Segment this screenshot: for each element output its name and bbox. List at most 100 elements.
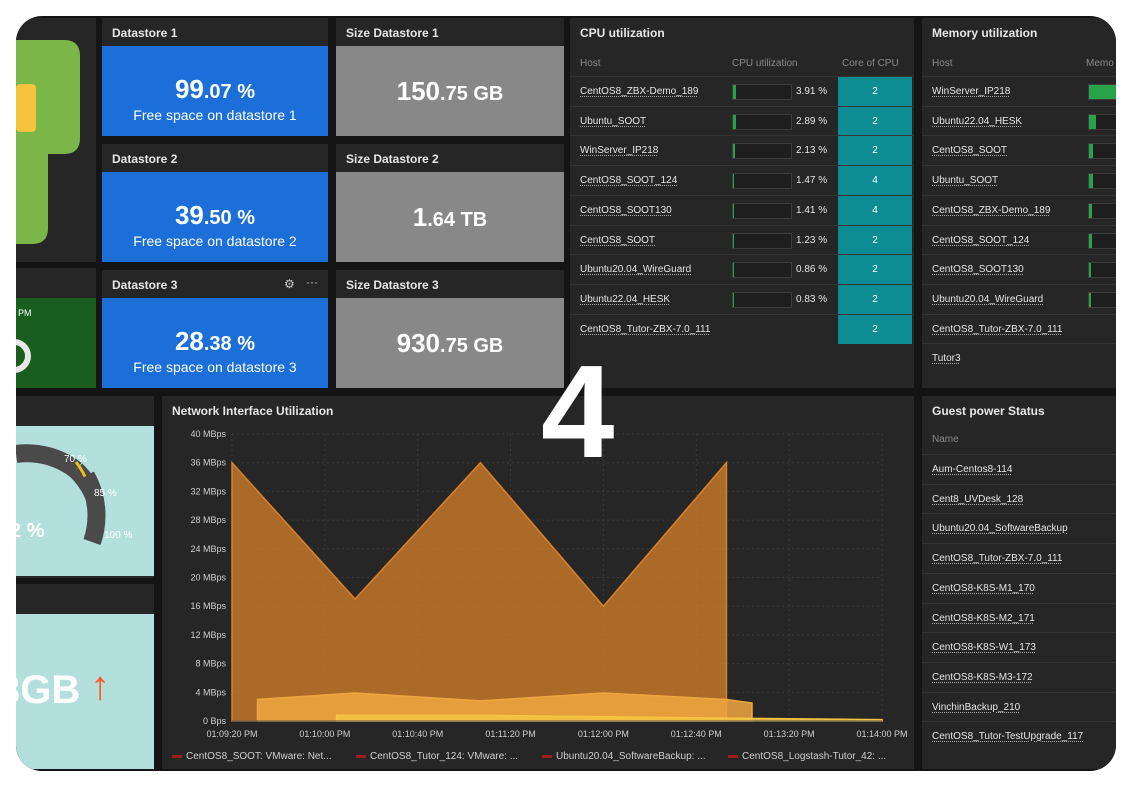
cpu-row-bar — [732, 232, 792, 249]
guest-power-vm-link[interactable]: Ubuntu20.04_SoftwareBackup — [932, 523, 1068, 534]
size-tile: 3GB ↑ — [16, 584, 154, 769]
guest-power-vm-link[interactable]: Cent8_UVDesk_128 — [932, 494, 1023, 505]
guest-power-row: CentOS8-K8S-M3-172 — [922, 661, 1116, 692]
logo-panel — [16, 18, 96, 262]
gauge-chart — [16, 444, 106, 545]
size-datastore-1-value-int: 150 — [396, 76, 441, 106]
guest-power-vm-link[interactable]: CentOS8_Tutor-TestUpgrade_117 — [932, 731, 1083, 742]
cpu-table-row: CentOS8_ZBX-Demo_189 3.91 % 2 — [570, 76, 914, 106]
series-area-1[interactable] — [231, 460, 728, 722]
cpu-row-host[interactable]: CentOS8_SOOT — [580, 235, 655, 246]
guest-power-row: Aum-Centos8-114 — [922, 454, 1116, 484]
y-tick-label: 28 MBps — [190, 515, 226, 525]
guest-power-vm-link[interactable]: CentOS8-K8S-M3-172 — [932, 672, 1033, 683]
cpu-table-row: Ubuntu_SOOT 2.89 % 2 — [570, 105, 914, 136]
y-tick-label: 20 MBps — [190, 573, 226, 583]
memory-row-host[interactable]: CentOS8_ZBX-Demo_189 — [932, 205, 1050, 216]
datastore-2-panel: Datastore 2 39.50 % Free space on datast… — [102, 144, 328, 262]
memory-table-row: CentOS8_ZBX-Demo_189 — [922, 194, 1116, 225]
cpu-row-bar — [732, 291, 792, 308]
cpu-row-host[interactable]: CentOS8_SOOT130 — [580, 205, 672, 216]
guest-power-vm-link[interactable]: CentOS8-K8S-W1_173 — [932, 642, 1036, 653]
cpu-row-host[interactable]: Ubuntu_SOOT — [580, 116, 646, 127]
gauge-tick-100: 100 % — [104, 530, 133, 541]
gauge-tick-85: 85 % — [94, 488, 117, 499]
guest-power-vm-link[interactable]: VinchinBackup_210 — [932, 702, 1020, 713]
guest-power-vm-link[interactable]: CentOS8-K8S-M2_171 — [932, 613, 1035, 624]
y-tick-label: 8 MBps — [195, 659, 226, 669]
series-area-3[interactable] — [335, 714, 883, 722]
gear-icon[interactable]: ⚙ — [284, 277, 295, 291]
cpu-row-core: 4 — [838, 195, 912, 225]
datastore-3-title: Datastore 3 — [112, 278, 178, 292]
cpu-utilization-title: CPU utilization — [580, 26, 665, 40]
memory-row-host[interactable]: Ubuntu_SOOT — [932, 175, 998, 186]
cpu-row-core: 2 — [838, 284, 912, 314]
memory-row-host[interactable]: CentOS8_SOOT — [932, 145, 1007, 156]
gauge-tick-70: 70 % — [64, 454, 87, 465]
legend-item-4[interactable]: CentOS8_Logstash-Tutor_42: ... — [728, 751, 886, 762]
datastore-2-tile: 39.50 % Free space on datastore 2 — [102, 172, 328, 262]
cpu-table-row: Ubuntu22.04_HESK 0.83 % 2 — [570, 283, 914, 314]
more-options-icon[interactable]: ··· — [306, 275, 318, 289]
y-tick-label: 24 MBps — [190, 544, 226, 554]
guest-power-vm-link[interactable]: CentOS8_Tutor-ZBX-7.0_111 — [932, 553, 1062, 564]
memory-row-bar — [1088, 232, 1116, 249]
cpu-row-host[interactable]: CentOS8_SOOT_124 — [580, 175, 677, 186]
cpu-row-core: 2 — [838, 106, 912, 136]
y-tick-label: 40 MBps — [190, 429, 226, 439]
guest-power-row: CentOS8-K8S-M2_171 — [922, 602, 1116, 633]
cpu-table-row: CentOS8_SOOT130 1.41 % 4 — [570, 194, 914, 225]
memory-row-host[interactable]: CentOS8_SOOT130 — [932, 264, 1024, 275]
legend-item-1[interactable]: CentOS8_SOOT: VMware: Net... — [172, 751, 332, 762]
cpu-row-core: 2 — [838, 77, 912, 106]
size-datastore-3-title: Size Datastore 3 — [346, 278, 439, 292]
datastore-2-title: Datastore 2 — [112, 152, 178, 166]
memory-row-host[interactable]: Ubuntu22.04_HESK — [932, 116, 1022, 127]
cpu-row-percent: 0.83 % — [796, 293, 828, 305]
datastore-3-tile: 28.38 % Free space on datastore 3 — [102, 298, 328, 388]
gauge-panel: 70 % 85 % 100 % 2 % — [16, 396, 154, 578]
legend-item-2[interactable]: CentOS8_Tutor_124: VMware: ... — [356, 751, 518, 762]
cpu-row-bar — [732, 113, 792, 130]
datastore-1-caption: Free space on datastore 1 — [133, 107, 297, 123]
cpu-col-host: Host — [580, 58, 601, 69]
legend-item-3[interactable]: Ubuntu20.04_SoftwareBackup: ... — [542, 751, 706, 762]
cpu-row-host[interactable]: CentOS8_ZBX-Demo_189 — [580, 86, 698, 97]
cpu-row-host[interactable]: CentOS8_Tutor-ZBX-7.0_111 — [580, 324, 710, 335]
size-datastore-2-value-int: 1 — [412, 202, 428, 232]
cpu-table-row: Ubuntu20.04_WireGuard 0.86 % 2 — [570, 254, 914, 285]
memory-row-host[interactable]: CentOS8_Tutor-ZBX-7.0_111 — [932, 324, 1062, 335]
guest-power-row: Cent8_UVDesk_128 — [922, 483, 1116, 514]
green-tile-digit — [16, 339, 31, 373]
cpu-row-bar — [732, 202, 792, 219]
datastore-2-value-dec: .50 % — [203, 207, 256, 229]
datastore-1-value-dec: .07 % — [203, 81, 256, 103]
y-tick-label: 4 MBps — [195, 687, 226, 697]
cpu-row-core: 2 — [838, 225, 912, 255]
memory-row-host[interactable]: Ubuntu20.04_WireGuard — [932, 294, 1043, 305]
cpu-row-host[interactable]: Ubuntu20.04_WireGuard — [580, 264, 691, 275]
memory-col-memory: Memo — [1086, 58, 1114, 69]
datastore-1-value-int: 99 — [174, 74, 204, 104]
memory-table-row: CentOS8_Tutor-ZBX-7.0_111 — [922, 313, 1116, 344]
x-tick-label: 01:11:20 PM — [485, 729, 535, 739]
memory-row-host[interactable]: Tutor3 — [932, 353, 961, 364]
cpu-row-percent: 3.91 % — [796, 86, 828, 97]
up-arrow-icon: ↑ — [90, 664, 110, 708]
guest-power-vm-link[interactable]: Aum-Centos8-114 — [932, 464, 1012, 475]
cpu-table-row: CentOS8_Tutor-ZBX-7.0_111 2 — [570, 313, 914, 344]
cpu-row-host[interactable]: Ubuntu22.04_HESK — [580, 294, 670, 305]
dashboard-frame: PM 70 % 85 % 100 % 2 % 3GB ↑ Datastore 1… — [16, 16, 1116, 771]
cpu-row-host[interactable]: WinServer_IP218 — [580, 145, 658, 156]
memory-table-row: CentOS8_SOOT — [922, 135, 1116, 165]
cpu-row-bar — [732, 262, 792, 279]
memory-row-host[interactable]: WinServer_IP218 — [932, 86, 1010, 97]
cpu-row-bar — [732, 143, 792, 160]
cpu-row-core: 2 — [838, 255, 912, 285]
cpu-row-percent: 2.89 % — [796, 115, 828, 127]
guest-power-vm-link[interactable]: CentOS8-K8S-M1_170 — [932, 583, 1035, 594]
memory-table-row: Ubuntu20.04_WireGuard — [922, 283, 1116, 314]
memory-row-host[interactable]: CentOS8_SOOT_124 — [932, 235, 1029, 246]
memory-row-bar — [1088, 173, 1116, 190]
